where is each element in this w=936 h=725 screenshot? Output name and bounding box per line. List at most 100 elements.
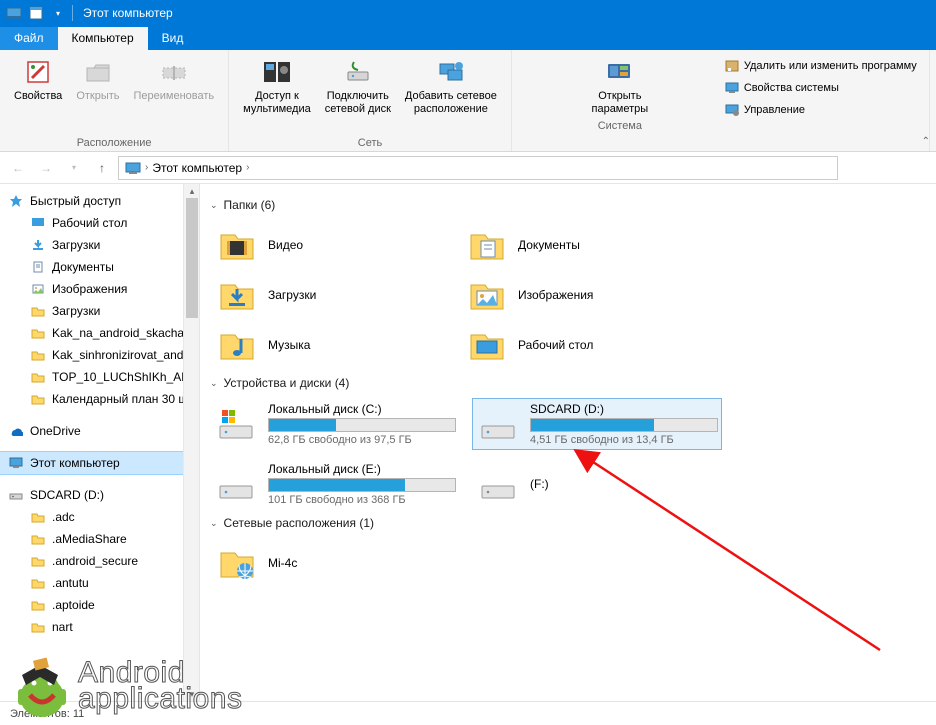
manage-button[interactable]: Управление [720, 100, 921, 120]
add-network-loc-icon [435, 56, 467, 88]
qat-properties-icon[interactable] [28, 5, 44, 21]
sidebar-f2[interactable]: Kak_sinhronizirovat_andro [0, 344, 199, 366]
sidebar-quick-label: Быстрый доступ [30, 194, 121, 208]
open-settings-button[interactable]: Открыть параметры [586, 54, 655, 118]
navigation-pane[interactable]: Быстрый доступ Рабочий стол Загрузки Док… [0, 184, 200, 701]
sidebar-sdcard[interactable]: SDCARD (D:) [0, 484, 199, 506]
drive-e-bar [268, 478, 456, 492]
breadcrumb-sep2-icon[interactable]: › [246, 162, 249, 173]
sidebar-aptoide[interactable]: .aptoide [0, 594, 199, 616]
network-folder-icon [216, 542, 258, 584]
folder-icon [30, 575, 46, 591]
tab-computer[interactable]: Компьютер [58, 27, 148, 50]
folder-documents[interactable]: Документы [460, 220, 710, 270]
sidebar-f1[interactable]: Kak_na_android_skachat_vi [0, 322, 199, 344]
sidebar-android-secure[interactable]: .android_secure [0, 550, 199, 572]
status-elements: Элементов: 11 [10, 708, 84, 720]
folder-icon [30, 369, 46, 385]
pictures-folder-icon [466, 274, 508, 316]
breadcrumb-root[interactable]: Этот компьютер [152, 161, 242, 175]
drive-d-free: 4,51 ГБ свободно из 13,4 ГБ [530, 434, 718, 446]
uninstall-program-button[interactable]: Удалить или изменить программу [720, 56, 921, 76]
breadcrumb-sep-icon[interactable]: › [145, 162, 148, 173]
manage-icon [724, 102, 740, 118]
sidebar-documents-label: Документы [52, 260, 114, 274]
ribbon-collapse-icon[interactable]: ⌃ [922, 136, 930, 147]
sidebar-scrollbar[interactable]: ▴ ▾ [183, 184, 199, 701]
add-network-loc-label: Добавить сетевое расположение [405, 90, 497, 116]
sidebar-quick-access[interactable]: Быстрый доступ [0, 190, 199, 212]
sidebar-adc[interactable]: .adc [0, 506, 199, 528]
nav-back-button[interactable]: ← [6, 156, 30, 180]
sidebar-adc-label: .adc [52, 510, 75, 524]
sidebar-f4[interactable]: Календарный план 30 шк [0, 388, 199, 410]
add-network-loc-button[interactable]: Добавить сетевое расположение [399, 54, 503, 118]
system-properties-label: Свойства системы [744, 82, 839, 94]
folder-icon [30, 303, 46, 319]
nav-recent-dropdown[interactable]: ▾ [62, 156, 86, 180]
tab-view[interactable]: Вид [148, 27, 198, 50]
sidebar-amedia[interactable]: .aMediaShare [0, 528, 199, 550]
windows-drive-icon [214, 402, 258, 446]
drive-d-name: SDCARD (D:) [530, 402, 718, 416]
address-row: ← → ▾ ↑ › Этот компьютер › [0, 152, 936, 184]
folder-video[interactable]: Видео [210, 220, 460, 270]
open-settings-icon [604, 56, 636, 88]
sidebar-downloads-label: Загрузки [52, 238, 100, 252]
system-properties-button[interactable]: Свойства системы [720, 78, 921, 98]
folder-music[interactable]: Музыка [210, 320, 460, 370]
properties-button[interactable]: Свойства [8, 54, 68, 105]
drive-icon [476, 402, 520, 446]
properties-label: Свойства [14, 90, 62, 103]
map-drive-button[interactable]: Подключить сетевой диск [319, 54, 397, 118]
sidebar-f3[interactable]: TOP_10_LUChShIKh_ANDRO [0, 366, 199, 388]
sidebar-nart-label: nart [52, 620, 73, 634]
folder-pictures[interactable]: Изображения [460, 270, 710, 320]
group-network-header[interactable]: ⌄Сетевые расположения (1) [210, 516, 926, 530]
sidebar-downloads[interactable]: Загрузки [0, 234, 199, 256]
sidebar-aptoide-label: .aptoide [52, 598, 95, 612]
sidebar-downloads2[interactable]: Загрузки [0, 300, 199, 322]
group-folders-header[interactable]: ⌄Папки (6) [210, 198, 926, 212]
drive-icon [476, 462, 520, 506]
drive-icon [214, 462, 258, 506]
folder-icon [30, 391, 46, 407]
sidebar-nart[interactable]: nart [0, 616, 199, 638]
content-pane[interactable]: ⌄Папки (6) Видео Документы Загрузки Изоб… [200, 184, 936, 701]
sidebar-android-secure-label: .android_secure [52, 554, 138, 568]
folder-icon [30, 325, 46, 341]
drive-d[interactable]: SDCARD (D:) 4,51 ГБ свободно из 13,4 ГБ [472, 398, 722, 450]
sidebar-f4-label: Календарный план 30 шк [52, 392, 193, 406]
sidebar-this-pc[interactable]: Этот компьютер [0, 452, 199, 474]
group-drives-header[interactable]: ⌄Устройства и диски (4) [210, 376, 926, 390]
qat-dropdown-icon[interactable]: ▾ [50, 5, 66, 21]
network-mi4c[interactable]: Mi-4c [210, 538, 460, 588]
drive-d-bar [530, 418, 718, 432]
drive-e[interactable]: Локальный диск (E:) 101 ГБ свободно из 3… [210, 458, 460, 510]
address-bar[interactable]: › Этот компьютер › [118, 156, 838, 180]
tab-file[interactable]: Файл [0, 27, 58, 50]
open-label: Открыть [76, 90, 119, 103]
scroll-down-icon[interactable]: ▾ [184, 687, 200, 701]
nav-forward-button[interactable]: → [34, 156, 58, 180]
folder-downloads[interactable]: Загрузки [210, 270, 460, 320]
scroll-up-icon[interactable]: ▴ [184, 184, 200, 198]
media-access-button[interactable]: Доступ к мультимедиа [237, 54, 317, 118]
sidebar-antutu[interactable]: .antutu [0, 572, 199, 594]
media-access-icon [261, 56, 293, 88]
sidebar-desktop[interactable]: Рабочий стол [0, 212, 199, 234]
sidebar-onedrive[interactable]: OneDrive [0, 420, 199, 442]
sidebar-pictures[interactable]: Изображения [0, 278, 199, 300]
manage-label: Управление [744, 104, 805, 116]
rename-label: Переименовать [134, 90, 215, 103]
folder-desktop[interactable]: Рабочий стол [460, 320, 710, 370]
sidebar-downloads2-label: Загрузки [52, 304, 100, 318]
sidebar-documents[interactable]: Документы [0, 256, 199, 278]
music-folder-icon [216, 324, 258, 366]
sidebar-desktop-label: Рабочий стол [52, 216, 127, 230]
scroll-thumb[interactable] [186, 198, 198, 318]
nav-up-button[interactable]: ↑ [90, 156, 114, 180]
drive-f[interactable]: (F:) [472, 458, 722, 510]
drive-c[interactable]: Локальный диск (C:) 62,8 ГБ свободно из … [210, 398, 460, 450]
system-menu-icon[interactable] [6, 5, 22, 21]
